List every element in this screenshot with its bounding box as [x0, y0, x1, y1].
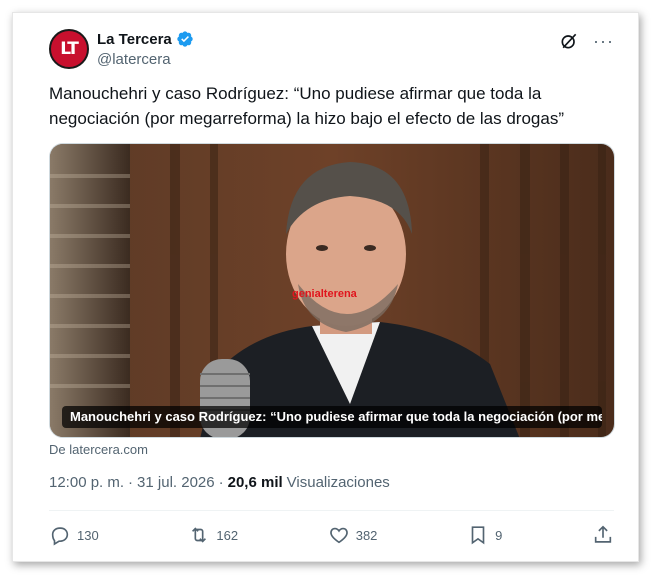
meta-separator-2: · [218, 474, 224, 491]
like-count: 382 [355, 527, 378, 543]
grok-icon[interactable] [559, 31, 579, 51]
link-card-title[interactable]: Manouchehri y caso Rodríguez: “Uno pudie… [62, 406, 602, 428]
header-actions: ··· [559, 31, 614, 51]
bookmark-icon [471, 526, 485, 545]
tweet-text: Manouchehri y caso Rodríguez: “Uno pudie… [49, 84, 564, 128]
views-count: 20,6 mil [227, 474, 283, 491]
repost-icon [192, 527, 207, 543]
verified-badge-icon [177, 31, 193, 47]
tweet-time[interactable]: 12:00 p. m. [49, 474, 124, 491]
link-source[interactable]: De latercera.com [49, 442, 148, 457]
meta-separator: · [128, 474, 134, 491]
tweet-date[interactable]: 31 jul. 2026 [137, 474, 215, 491]
avatar[interactable]: LT [49, 29, 89, 69]
share-button[interactable] [592, 524, 614, 546]
reply-button[interactable]: 130 [49, 524, 99, 546]
repost-button[interactable]: 162 [188, 524, 238, 546]
reply-icon [51, 527, 69, 546]
tweet-meta: 12:00 p. m. · 31 jul. 2026 · 20,6 mil Vi… [49, 474, 390, 491]
action-bar: 130 162 382 9 [49, 523, 614, 547]
tweet-card: LT La Tercera @latercera ··· Manouchehri… [12, 12, 639, 562]
views-label: Visualizaciones [286, 474, 390, 491]
user-handle[interactable]: @latercera [97, 51, 194, 68]
tweet-header: LT La Tercera @latercera ··· [49, 29, 622, 71]
reply-count: 130 [77, 527, 99, 543]
bookmark-button[interactable]: 9 [467, 524, 502, 546]
divider [49, 510, 614, 511]
author-info: La Tercera @latercera [97, 29, 194, 68]
avatar-logo-text: LT [60, 39, 79, 59]
display-name[interactable]: La Tercera [97, 31, 172, 48]
media-card[interactable]: genialterena Manouchehri y caso Rodrígue… [49, 143, 615, 438]
heart-icon [329, 527, 348, 544]
repost-count: 162 [216, 527, 239, 543]
photo-watermark: genialterena [292, 288, 357, 300]
like-button[interactable]: 382 [328, 524, 378, 546]
more-icon[interactable]: ··· [593, 31, 614, 51]
share-icon [594, 525, 612, 543]
bookmark-count: 9 [495, 527, 503, 543]
